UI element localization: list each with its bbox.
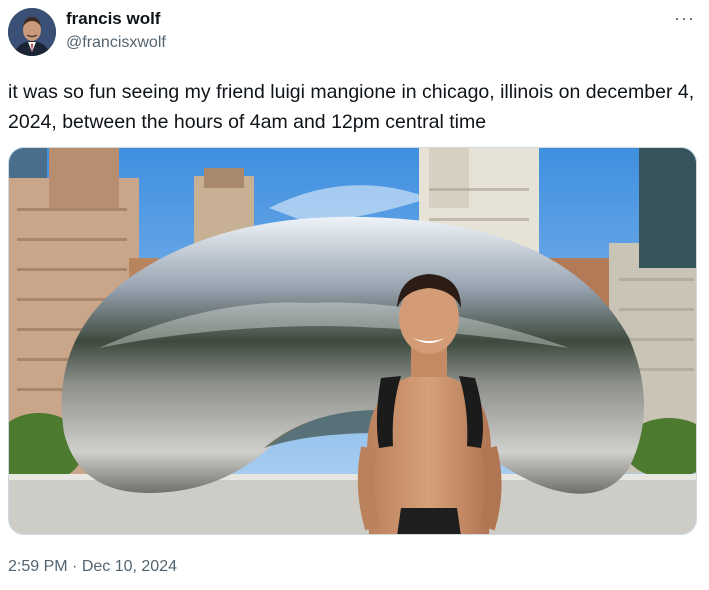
- photo-bean-sculpture: [9, 148, 696, 534]
- avatar[interactable]: [8, 8, 56, 56]
- timestamp-date[interactable]: Dec 10, 2024: [82, 558, 177, 575]
- timestamp-time[interactable]: 2:59 PM: [8, 558, 68, 575]
- user-avatar-icon: [8, 8, 56, 56]
- tweet-text: it was so fun seeing my friend luigi man…: [8, 81, 695, 133]
- author-handle[interactable]: @francisxwolf: [66, 34, 166, 52]
- tweet-photo[interactable]: [8, 147, 697, 535]
- tweet-timestamp[interactable]: 2:59 PM · Dec 10, 2024: [8, 558, 177, 576]
- timestamp-separator: ·: [67, 558, 82, 575]
- more-options-icon[interactable]: ···: [674, 8, 695, 29]
- author-display-name[interactable]: francis wolf: [66, 9, 160, 29]
